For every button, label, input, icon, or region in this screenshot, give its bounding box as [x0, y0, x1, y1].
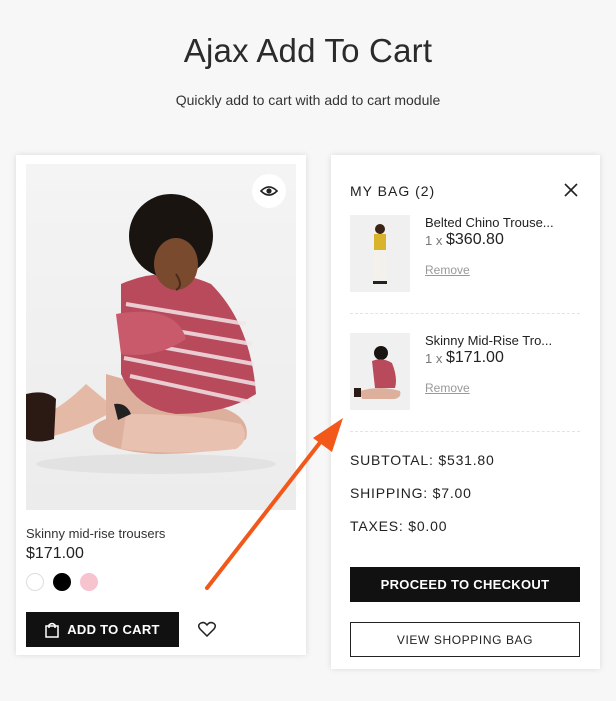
product-image[interactable]: [26, 164, 296, 510]
view-shopping-bag-button[interactable]: VIEW SHOPPING BAG: [350, 622, 580, 657]
mini-cart-panel: MY BAG (2) Belted Chino Trouse... 1 x $3…: [331, 155, 600, 669]
bag-item-thumbnail[interactable]: [350, 333, 410, 410]
subtotal: SUBTOTAL: $531.80: [350, 452, 495, 468]
shipping: SHIPPING: $7.00: [350, 485, 472, 501]
proceed-to-checkout-button[interactable]: PROCEED TO CHECKOUT: [350, 567, 580, 602]
swatch-black[interactable]: [53, 573, 71, 591]
swatch-pink[interactable]: [80, 573, 98, 591]
bag-item-qty: 1 x: [425, 351, 443, 366]
bag-item-name[interactable]: Belted Chino Trouse...: [425, 215, 565, 230]
bag-item-thumbnail[interactable]: [350, 215, 410, 292]
divider: [350, 313, 580, 314]
taxes: TAXES: $0.00: [350, 518, 448, 534]
wishlist-button[interactable]: [196, 619, 218, 639]
shopping-bag-icon: [45, 622, 59, 638]
product-price: $171.00: [26, 545, 84, 562]
model-photo: [26, 194, 276, 474]
add-to-cart-label: ADD TO CART: [67, 622, 160, 637]
heart-outline-icon: [198, 621, 216, 637]
page-title: Ajax Add To Cart: [183, 32, 433, 69]
close-icon[interactable]: [562, 181, 580, 199]
bag-item-price: $360.80: [446, 231, 504, 248]
product-card: Skinny mid-rise trousers $171.00 ADD TO …: [16, 155, 306, 655]
bag-item: Belted Chino Trouse... 1 x $360.80 Remov…: [350, 215, 580, 315]
divider: [350, 431, 580, 432]
bag-item: Skinny Mid-Rise Tro... 1 x $171.00 Remov…: [350, 333, 580, 433]
remove-link[interactable]: Remove: [425, 381, 470, 395]
swatch-white[interactable]: [26, 573, 44, 591]
add-to-cart-button[interactable]: ADD TO CART: [26, 612, 179, 647]
remove-link[interactable]: Remove: [425, 263, 470, 277]
bag-item-name[interactable]: Skinny Mid-Rise Tro...: [425, 333, 565, 348]
product-name[interactable]: Skinny mid-rise trousers: [26, 526, 165, 541]
bag-title: MY BAG (2): [350, 183, 436, 199]
bag-item-qty: 1 x: [425, 233, 443, 248]
quick-view-button[interactable]: [252, 174, 286, 208]
bag-item-price: $171.00: [446, 349, 504, 366]
eye-icon: [260, 186, 278, 196]
page-subtitle: Quickly add to cart with add to cart mod…: [175, 92, 441, 108]
color-swatches: [26, 573, 98, 591]
